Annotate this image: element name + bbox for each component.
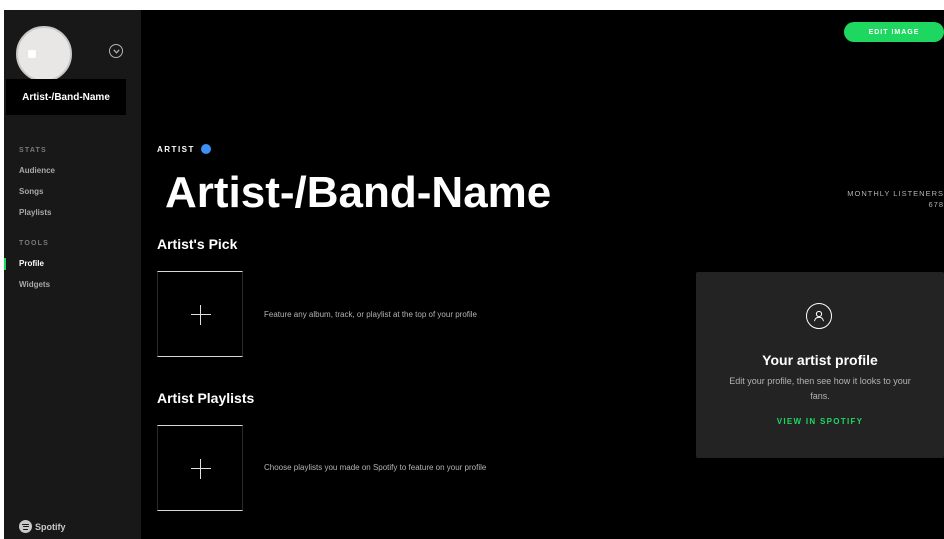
monthly-listeners-value: 678 — [928, 200, 944, 209]
artist-name-box: Artist-/Band-Name — [6, 79, 126, 115]
profile-card-description: Edit your profile, then see how it looks… — [729, 376, 911, 401]
sidebar-artist-name: Artist-/Band-Name — [22, 91, 110, 103]
stats-section-label: STATS — [19, 147, 47, 154]
sidebar-item-widgets[interactable]: Widgets — [19, 280, 50, 289]
chevron-down-icon[interactable] — [109, 44, 123, 58]
edit-image-button[interactable]: EDIT IMAGE — [844, 22, 944, 42]
verified-badge-icon — [200, 144, 211, 154]
artist-playlists-add-button[interactable] — [157, 425, 243, 511]
active-indicator — [4, 258, 6, 270]
sidebar-item-songs[interactable]: Songs — [19, 187, 43, 196]
artists-pick-hint: Feature any album, track, or playlist at… — [264, 310, 477, 319]
tools-section-label: TOOLS — [19, 240, 49, 247]
app-window: Artist-/Band-Name STATS Audience Songs P… — [4, 10, 944, 539]
artists-pick-add-button[interactable] — [157, 271, 243, 357]
artists-pick-title: Artist's Pick — [157, 236, 238, 252]
artist-tag-label: ARTIST — [157, 144, 195, 154]
user-profile-icon — [806, 303, 832, 329]
page-title: Artist-/Band-Name — [165, 168, 552, 217]
monthly-listeners-label: MONTHLY LISTENERS — [847, 189, 944, 198]
artist-tag: ARTIST — [157, 144, 211, 154]
artist-playlists-title: Artist Playlists — [157, 390, 255, 406]
sidebar-item-profile[interactable]: Profile — [19, 259, 44, 268]
artist-playlists-hint: Choose playlists you made on Spotify to … — [264, 463, 487, 472]
view-in-spotify-link[interactable]: VIEW IN SPOTIFY — [696, 417, 944, 426]
spotify-logo-icon — [19, 520, 32, 533]
spotify-logo[interactable]: Spotify — [19, 520, 66, 533]
artist-avatar[interactable] — [16, 26, 72, 82]
profile-card-title: Your artist profile — [762, 352, 878, 368]
sidebar-item-playlists[interactable]: Playlists — [19, 208, 51, 217]
artist-profile-card: Your artist profile Edit your profile, t… — [696, 272, 944, 458]
spotify-logo-text: Spotify — [35, 521, 66, 532]
sidebar: Artist-/Band-Name STATS Audience Songs P… — [4, 10, 141, 539]
sidebar-item-audience[interactable]: Audience — [19, 166, 55, 175]
